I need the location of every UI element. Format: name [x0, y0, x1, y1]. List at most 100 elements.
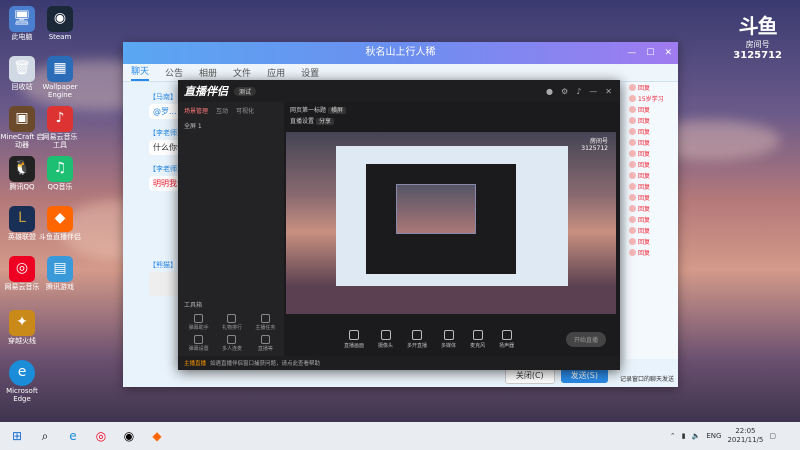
desktop-icon-steam[interactable]: ◉ Steam: [38, 6, 82, 42]
minimize-icon[interactable]: —: [589, 87, 597, 96]
tencent-games-icon: ▤: [47, 256, 73, 282]
stream-title[interactable]: 网页第一标题: [290, 107, 326, 114]
stream-controls: 直播画面 摄像头 多开直播 多媒体 麦克风 扬声器 开始直播: [286, 324, 620, 354]
member-item[interactable]: 回复: [626, 82, 678, 93]
member-item[interactable]: 回复: [626, 148, 678, 159]
netease-music-icon[interactable]: ◎: [90, 425, 112, 447]
close-icon[interactable]: ✕: [664, 42, 672, 64]
microphone-button[interactable]: 麦克风: [470, 329, 485, 349]
maximize-icon[interactable]: ☐: [646, 42, 654, 64]
stream-info: 网页第一标题 横屏 直播设置 分享: [286, 102, 620, 132]
member-item[interactable]: 回复: [626, 203, 678, 214]
windows-start-icon[interactable]: ⊞: [6, 425, 28, 447]
chat-sender: 【马南】: [149, 93, 177, 101]
settings-icon[interactable]: ⚙: [561, 87, 568, 96]
camera-button[interactable]: 摄像头: [378, 329, 393, 349]
share-tag[interactable]: 分享: [315, 118, 334, 125]
desktop-icon-douyu-companion[interactable]: ◆ 斗鱼直播伴侣: [38, 206, 82, 242]
notification-icon[interactable]: ▢: [769, 432, 776, 440]
desktop-icon-qq-music[interactable]: ♫ QQ音乐: [38, 156, 82, 192]
chevron-up-icon[interactable]: ⌃: [670, 432, 676, 440]
nested-capture-2: [366, 164, 516, 274]
speaker-button[interactable]: 扬声器: [499, 329, 514, 349]
tab-visual[interactable]: 可视化: [236, 106, 254, 115]
desktop-icon-tencent-games[interactable]: ▤ 腾讯游戏: [38, 256, 82, 292]
tab-interact[interactable]: 互动: [216, 106, 228, 115]
qq-penguin-icon: 🐧: [9, 156, 35, 182]
chat-title-bar[interactable]: 秋名山上行人稀 — ☐ ✕: [123, 42, 678, 64]
member-item[interactable]: 回复: [626, 192, 678, 203]
search-icon[interactable]: ⌕: [34, 425, 56, 447]
member-item[interactable]: 回复: [626, 236, 678, 247]
edge-icon: e: [9, 360, 35, 386]
footer-help-link[interactable]: 如遇直播伴侣窗口捕获问题，请点此查看帮助: [210, 359, 320, 367]
multi-stream-button[interactable]: 多开直播: [407, 329, 427, 349]
stream-settings-label[interactable]: 直播设置: [290, 118, 314, 125]
member-item[interactable]: 回复: [626, 137, 678, 148]
member-item[interactable]: 回复: [626, 170, 678, 181]
douyu-icon[interactable]: ◆: [146, 425, 168, 447]
member-item[interactable]: 回复: [626, 126, 678, 137]
member-list: 回复 15岁学习 回复 回复 回复 回复 回复 回复 回复 回复 回复 回复 回…: [626, 82, 678, 359]
tool-item[interactable]: 弹幕助手: [182, 314, 215, 331]
stream-tag: 横屏: [327, 107, 346, 114]
edge-icon[interactable]: e: [62, 425, 84, 447]
member-item[interactable]: 回复: [626, 159, 678, 170]
tool-item[interactable]: 多人连麦: [215, 335, 248, 352]
tool-item[interactable]: 礼物排行: [215, 314, 248, 331]
computer-icon: 🖥: [9, 6, 35, 32]
stream-top-bar[interactable]: 直播伴侣 测试 ● ⚙ ♪ — ✕: [178, 80, 620, 102]
watermark-brand: 斗鱼: [738, 14, 778, 38]
member-item[interactable]: 回复: [626, 115, 678, 126]
watermark-sub: 房间号: [745, 40, 770, 49]
tool-item[interactable]: 弹幕设置: [182, 335, 215, 352]
nested-capture: [336, 146, 568, 286]
obs-icon[interactable]: ◉: [118, 425, 140, 447]
chat-footer-link[interactable]: 记录窗口的聊天发送: [620, 374, 674, 383]
stream-left-panel: 场景管理 互动 可视化 全屏 1 工具箱 弹幕助手 礼物排行 主播任务 弹幕设置…: [178, 102, 284, 373]
tab-announcement[interactable]: 公告: [165, 66, 183, 81]
recycle-bin-icon: 🗑: [9, 56, 35, 82]
sticker-image: [149, 272, 179, 296]
member-item[interactable]: 回复: [626, 225, 678, 236]
tab-files[interactable]: 文件: [233, 66, 251, 81]
chat-sender: 【熊猫】: [149, 261, 177, 269]
nested-capture-3: [396, 184, 476, 234]
tab-scene[interactable]: 场景管理: [184, 106, 208, 115]
tab-apps[interactable]: 应用: [267, 66, 285, 81]
tool-item[interactable]: 主播任务: [249, 314, 282, 331]
avatar[interactable]: ●: [546, 87, 553, 96]
clock[interactable]: 22:05 2021/11/5: [727, 427, 763, 445]
wallpaper-engine-icon: ▦: [47, 56, 73, 82]
desktop-icon-edge[interactable]: e Microsoft Edge: [0, 360, 44, 403]
member-item[interactable]: 回复: [626, 214, 678, 225]
stream-companion-window: 直播伴侣 测试 ● ⚙ ♪ — ✕ 场景管理 互动 可视化 全屏 1 工具箱 弹…: [178, 80, 620, 373]
member-item[interactable]: 回复: [626, 247, 678, 258]
scene-item[interactable]: 全屏 1: [178, 119, 284, 132]
desktop-icon-crossfire[interactable]: ✦ 穿越火线: [0, 310, 44, 346]
media-button[interactable]: 多媒体: [441, 329, 456, 349]
tab-chat[interactable]: 聊天: [131, 64, 150, 81]
tool-item[interactable]: 直播等: [249, 335, 282, 352]
minimize-icon[interactable]: —: [627, 42, 636, 64]
bell-icon[interactable]: ♪: [576, 87, 581, 96]
close-icon[interactable]: ✕: [605, 87, 612, 96]
netease-tool-icon: ♪: [47, 106, 73, 132]
member-item[interactable]: 15岁学习: [626, 93, 678, 104]
desktop-icon-netease-tool[interactable]: ♪ 网易云音乐 工具: [38, 106, 82, 149]
taskbar: ⊞ ⌕ e ◎ ◉ ◆ ⌃ ▮ 🔈 ENG 22:05 2021/11/5 ▢: [0, 422, 800, 450]
member-item[interactable]: 回复: [626, 181, 678, 192]
desktop-icon-wallpaper-engine[interactable]: ▦ Wallpaper Engine: [38, 56, 82, 99]
language-indicator[interactable]: ENG: [706, 432, 721, 440]
tab-settings[interactable]: 设置: [301, 66, 319, 81]
tab-album[interactable]: 相册: [199, 66, 217, 81]
start-stream-button[interactable]: 开始直播: [565, 331, 606, 347]
douyu-icon: ◆: [47, 206, 73, 232]
stream-footer: 主播直播 如遇直播伴侣窗口捕获问题，请点此查看帮助: [178, 356, 620, 370]
volume-icon[interactable]: 🔈: [692, 432, 701, 440]
netease-music-icon: ◎: [9, 256, 35, 282]
network-icon[interactable]: ▮: [682, 432, 686, 440]
capture-screen-button[interactable]: 直播画面: [344, 329, 364, 349]
footer-notice: 主播直播: [184, 361, 207, 367]
member-item[interactable]: 回复: [626, 104, 678, 115]
